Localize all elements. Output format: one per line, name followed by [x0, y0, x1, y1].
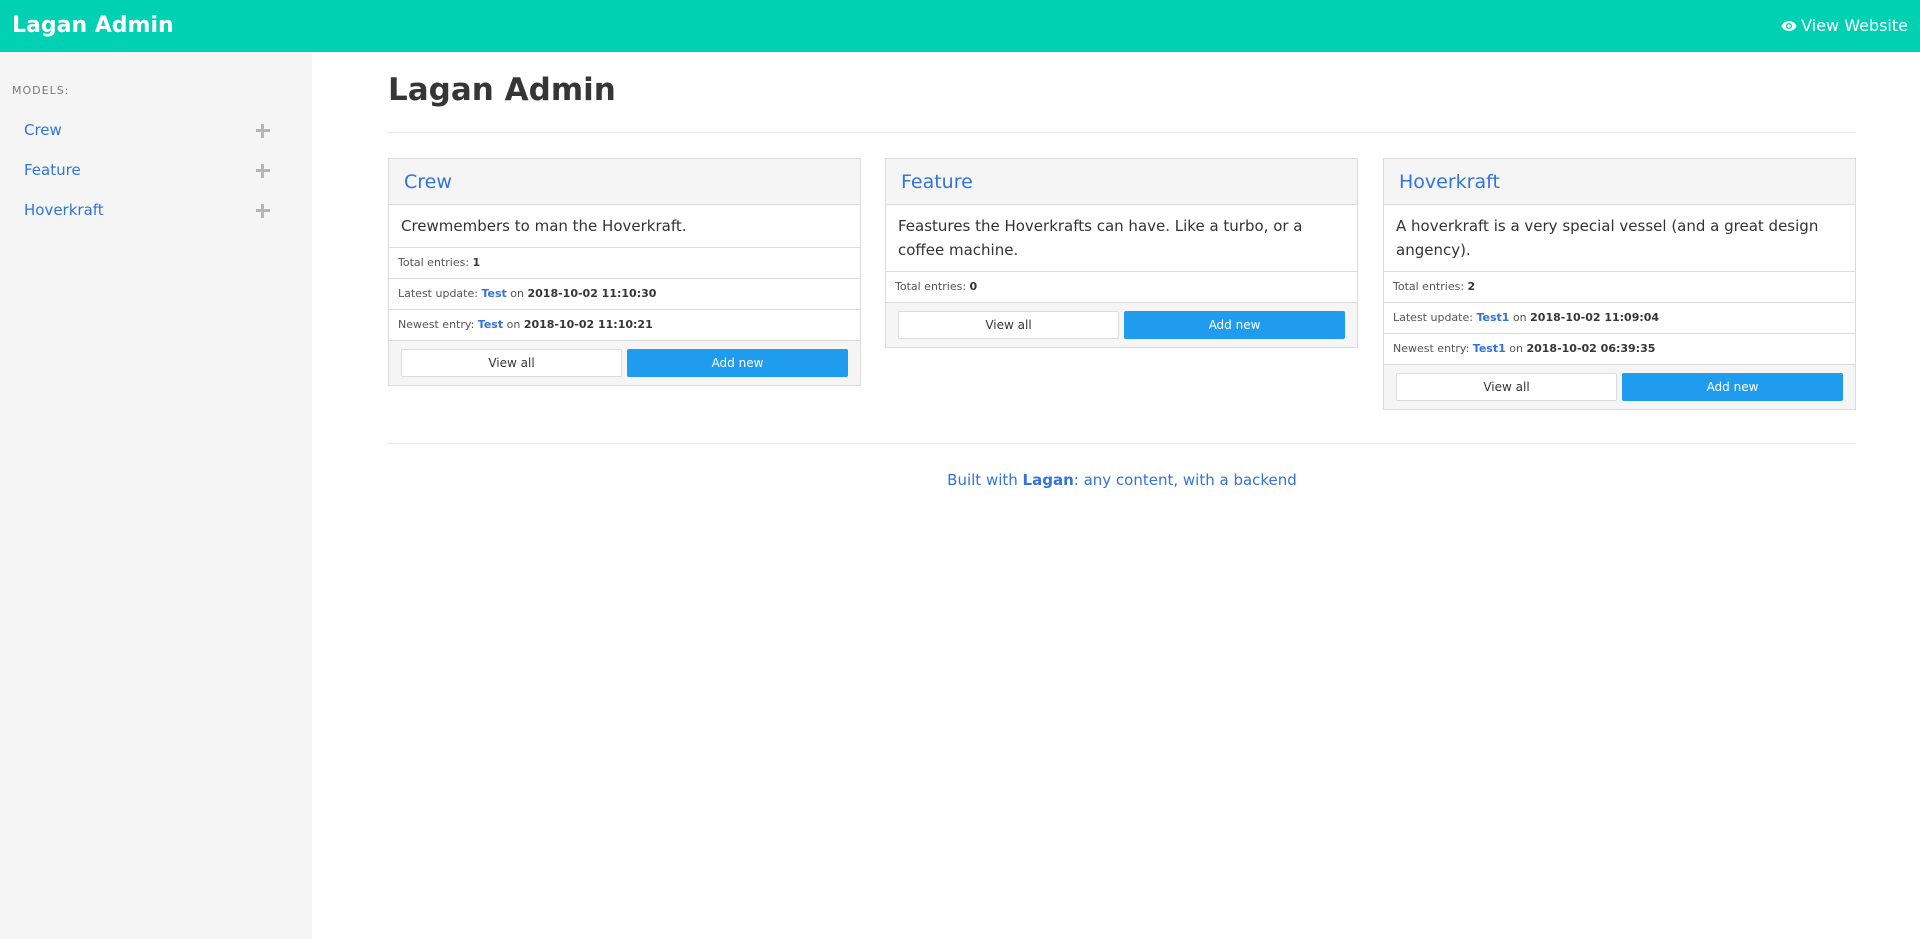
entry-link[interactable]: Test	[481, 287, 506, 300]
card-header: Crew	[389, 159, 860, 205]
model-card-crew: Crew Crewmembers to man the Hoverkraft. …	[388, 158, 861, 386]
stat-connector: on	[506, 318, 521, 331]
view-all-button[interactable]: View all	[1396, 373, 1617, 401]
stat-connector: on	[1512, 311, 1527, 324]
view-all-button[interactable]: View all	[898, 311, 1119, 339]
divider	[388, 132, 1856, 133]
eye-icon	[1781, 20, 1797, 32]
newest-entry: Newest entry: Test1 on 2018-10-02 06:39:…	[1384, 334, 1855, 365]
entry-link[interactable]: Test1	[1476, 311, 1509, 324]
card-description: Crewmembers to man the Hoverkraft.	[389, 205, 860, 248]
card-description: A hoverkraft is a very special vessel (a…	[1384, 205, 1855, 272]
card-title[interactable]: Hoverkraft	[1399, 171, 1500, 193]
stat-date: 2018-10-02 11:10:30	[527, 287, 657, 300]
stat-value: 0	[969, 280, 978, 293]
stat-label: Newest entry:	[398, 318, 475, 331]
add-new-button[interactable]: Add new	[627, 349, 848, 377]
stat-value: 1	[472, 256, 481, 269]
stat-value: 2	[1467, 280, 1476, 293]
brand-logo-text[interactable]: Lagan Admin	[12, 13, 174, 38]
card-actions: View all Add new	[886, 303, 1357, 347]
plus-icon[interactable]	[255, 203, 271, 219]
stat-label: Total entries:	[1393, 280, 1465, 293]
stat-connector: on	[1509, 342, 1523, 355]
card-actions: View all Add new	[1384, 365, 1855, 409]
newest-entry: Newest entry: Test on 2018-10-02 11:10:2…	[389, 310, 860, 341]
entry-link[interactable]: Test1	[1473, 342, 1506, 355]
stat-date: 2018-10-02 06:39:35	[1526, 342, 1656, 355]
sidebar-item-hoverkraft: Hoverkraft	[0, 191, 312, 231]
stat-label: Latest update:	[1393, 311, 1473, 324]
card-title[interactable]: Crew	[404, 171, 452, 193]
footer-credit: Built with Lagan: any content, with a ba…	[388, 471, 1856, 489]
stat-date: 2018-10-02 11:09:04	[1530, 311, 1660, 324]
entry-link[interactable]: Test	[478, 318, 503, 331]
stat-label: Total entries:	[895, 280, 967, 293]
add-new-button[interactable]: Add new	[1124, 311, 1345, 339]
card-header: Hoverkraft	[1384, 159, 1855, 205]
footer-prefix: Built with	[947, 471, 1023, 489]
model-card-feature: Feature Feastures the Hoverkrafts can ha…	[885, 158, 1358, 348]
divider	[388, 443, 1856, 444]
models-section-label: MODELS:	[12, 84, 70, 97]
sidebar-item-label[interactable]: Hoverkraft	[24, 201, 104, 219]
sidebar: MODELS: Crew Feature Hoverkraft	[0, 52, 312, 939]
total-entries: Total entries: 2	[1384, 272, 1855, 303]
latest-update: Latest update: Test1 on 2018-10-02 11:09…	[1384, 303, 1855, 334]
card-title[interactable]: Feature	[901, 171, 973, 193]
add-new-button[interactable]: Add new	[1622, 373, 1843, 401]
stat-date: 2018-10-02 11:10:21	[523, 318, 653, 331]
sidebar-item-label[interactable]: Crew	[24, 121, 62, 139]
plus-icon[interactable]	[255, 123, 271, 139]
sidebar-item-label[interactable]: Feature	[24, 161, 81, 179]
footer-suffix: : any content, with a backend	[1073, 471, 1297, 489]
sidebar-item-crew: Crew	[0, 111, 312, 151]
plus-icon[interactable]	[255, 163, 271, 179]
model-card-hoverkraft: Hoverkraft A hoverkraft is a very specia…	[1383, 158, 1856, 410]
footer-brand-link[interactable]: Lagan	[1023, 471, 1074, 489]
view-website-label: View Website	[1801, 16, 1908, 35]
stat-connector: on	[510, 287, 524, 300]
total-entries: Total entries: 0	[886, 272, 1357, 303]
card-actions: View all Add new	[389, 341, 860, 385]
total-entries: Total entries: 1	[389, 248, 860, 279]
card-header: Feature	[886, 159, 1357, 205]
sidebar-item-feature: Feature	[0, 151, 312, 191]
card-description: Feastures the Hoverkrafts can have. Like…	[886, 205, 1357, 272]
page-title: Lagan Admin	[388, 72, 616, 108]
view-all-button[interactable]: View all	[401, 349, 622, 377]
view-website-link[interactable]: View Website	[1781, 16, 1908, 35]
stat-label: Total entries:	[398, 256, 470, 269]
latest-update: Latest update: Test on 2018-10-02 11:10:…	[389, 279, 860, 310]
stat-label: Latest update:	[398, 287, 478, 300]
stat-label: Newest entry:	[1393, 342, 1470, 355]
top-navbar: Lagan Admin View Website	[0, 0, 1920, 52]
